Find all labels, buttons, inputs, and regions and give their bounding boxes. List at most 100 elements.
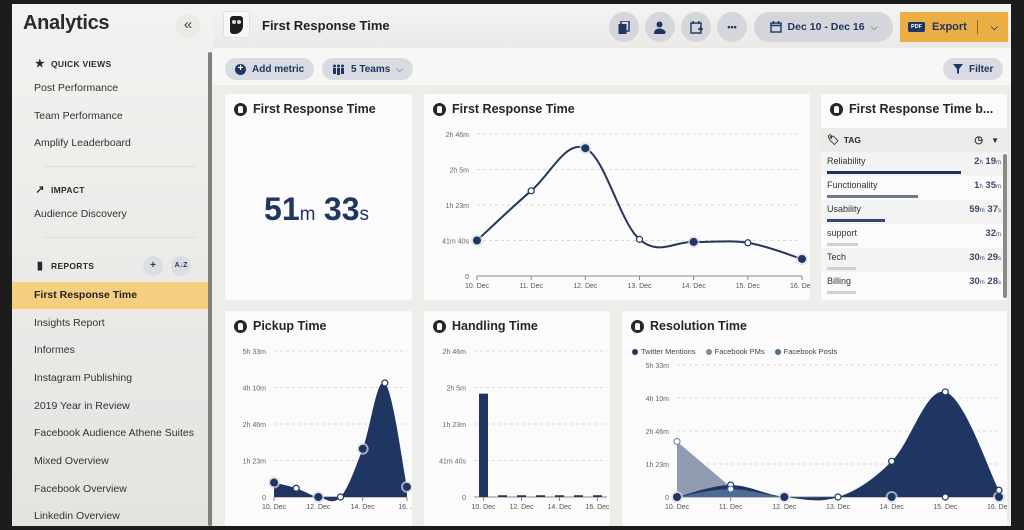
- app-frame: Analytics « ★ QUICK VIEWS Post Performan…: [12, 4, 1011, 526]
- bar-chart-icon: ▮: [36, 260, 44, 272]
- x-tick-label: 14. Dec: [547, 504, 572, 511]
- section-label: REPORTS: [51, 260, 95, 271]
- data-point: [673, 493, 681, 501]
- data-point: [995, 493, 1003, 501]
- page-header: First Response Time ••• Dec 10 - Dec 16 …: [213, 4, 1011, 48]
- x-tick-label: 16. ...: [398, 504, 412, 511]
- add-metric-button[interactable]: + Add metric: [225, 58, 315, 80]
- sidebar-item-post-performance[interactable]: Post Performance: [12, 75, 209, 102]
- tag-value: 30m 29s: [969, 252, 1001, 263]
- tag-list: Reliability 2h 19m Functionality 1h 35m Usab…: [821, 152, 1004, 300]
- add-report-button[interactable]: +: [143, 256, 163, 276]
- teams-label: 5 Teams: [351, 63, 391, 75]
- data-point: [744, 239, 752, 247]
- x-tick-label: 13. Dec: [826, 504, 851, 511]
- tag-icon: 🏷: [827, 134, 840, 146]
- bar: [479, 393, 488, 497]
- line-chart: 0 41m 40s 1h 23m 2h 5m 2h 46m 10. Dec 11. Dec 1…: [442, 132, 810, 290]
- tag-name: Billing: [827, 276, 852, 286]
- star-icon: ★: [34, 58, 46, 70]
- sidebar-item-2019-year-in-review[interactable]: 2019 Year in Review: [12, 393, 209, 420]
- data-point: [581, 144, 590, 153]
- y-tick-label: 5h 33m: [646, 363, 670, 370]
- add-metric-label: Add metric: [252, 63, 305, 75]
- sidebar-item-audience-discovery[interactable]: Audience Discovery: [12, 201, 209, 228]
- tag-share-bar: [827, 171, 961, 174]
- tag-row[interactable]: support 32m: [821, 224, 1004, 248]
- data-point: [358, 444, 367, 453]
- x-tick-label: 12. Dec: [573, 283, 598, 290]
- sidebar-item-informes[interactable]: Informes: [12, 337, 209, 364]
- sidebar-title: Analytics: [23, 12, 110, 34]
- section-quick-views: ★ QUICK VIEWS: [34, 57, 111, 70]
- y-tick-label: 1h 23m: [446, 203, 470, 210]
- schedule-report-button[interactable]: [681, 12, 711, 42]
- sidebar-item-linkedin-overview[interactable]: Linkedin Overview: [12, 503, 209, 526]
- sidebar-item-amplify-leaderboard[interactable]: Amplify Leaderboard: [12, 130, 209, 157]
- section-reports: ▮ REPORTS: [34, 259, 94, 272]
- chevron-down-icon: ⌵: [396, 63, 404, 74]
- duplicate-button[interactable]: [609, 12, 639, 42]
- filter-button[interactable]: Filter: [943, 58, 1004, 80]
- sidebar-item-instagram-publishing[interactable]: Instagram Publishing: [12, 365, 209, 392]
- seconds-value: 33: [323, 191, 360, 227]
- clock-icon[interactable]: ◷: [974, 135, 983, 146]
- sort-reports-button[interactable]: A↓Z: [171, 256, 191, 276]
- data-point: [941, 388, 949, 396]
- tag-share-bar: [827, 291, 857, 294]
- caret-down-icon[interactable]: ▼: [991, 136, 999, 145]
- y-tick-label: 5h 33m: [243, 349, 267, 356]
- section-label: QUICK VIEWS: [51, 58, 112, 69]
- more-icon: •••: [727, 22, 737, 32]
- data-point: [888, 457, 896, 465]
- x-tick-label: 12. Dec: [509, 504, 534, 511]
- sidebar-scrollbar[interactable]: [208, 52, 212, 526]
- x-tick-label: 11. Dec: [519, 283, 543, 290]
- sidebar-item-facebook-audience-athene-suites[interactable]: Facebook Audience Athene Suites: [12, 420, 209, 447]
- tag-name: Tech: [827, 252, 847, 262]
- bar: [536, 495, 545, 497]
- tag-row[interactable]: Billing 30m 28s: [821, 272, 1004, 296]
- tag-row[interactable]: Reliability 2h 19m: [821, 152, 1004, 176]
- trend-up-icon: ↗: [35, 184, 45, 196]
- y-tick-label: 1h 23m: [243, 459, 267, 466]
- x-tick-label: 16. Dec: [987, 504, 1007, 511]
- date-range-picker[interactable]: Dec 10 - Dec 16 ⌵: [754, 12, 893, 42]
- tag-row[interactable]: Functionality 1h 35m: [821, 176, 1004, 200]
- export-dropdown-chevron-icon[interactable]: ⌵: [991, 22, 998, 33]
- sidebar-item-first-response-time[interactable]: First Response Time: [12, 282, 209, 309]
- data-point: [995, 486, 1003, 494]
- tag-header-label: TAG: [843, 135, 862, 145]
- metric-icon: [830, 102, 843, 116]
- sidebar-item-facebook-overview[interactable]: Facebook Overview: [12, 476, 209, 503]
- teams-dropdown[interactable]: 5 Teams ⌵: [322, 58, 414, 80]
- team-icon: [333, 64, 344, 75]
- divider: [45, 237, 195, 238]
- sidebar-item-team-performance[interactable]: Team Performance: [12, 103, 209, 130]
- data-point: [727, 485, 735, 493]
- y-tick-label: 2h 46m: [646, 429, 670, 436]
- tag-row[interactable]: Tech 30m 29s: [821, 248, 1004, 272]
- sidebar-item-insights-report[interactable]: Insights Report: [12, 310, 209, 337]
- summary-card: First Response Time 51m 33s: [225, 94, 412, 300]
- pickup-time-card: Pickup Time 0 1h 23m 2h 46m 4h 10m 5h 33m 10.…: [225, 311, 412, 526]
- sidebar-item-mixed-overview[interactable]: Mixed Overview: [12, 448, 209, 475]
- tag-list-scrollbar[interactable]: [1003, 154, 1007, 298]
- collapse-sidebar-button[interactable]: «: [176, 14, 200, 38]
- plus-circle-icon: +: [235, 63, 246, 75]
- x-tick-label: 13. Dec: [627, 283, 652, 290]
- tag-name: Usability: [827, 204, 862, 214]
- export-label: Export: [932, 21, 967, 33]
- calendar-icon: [769, 21, 782, 33]
- tag-value: 59m 37s: [969, 204, 1001, 215]
- card-title-text: First Response Time: [253, 102, 376, 116]
- section-impact: ↗ IMPACT: [34, 183, 85, 196]
- share-user-button[interactable]: [645, 12, 675, 42]
- x-tick-label: 12. Dec: [306, 504, 331, 511]
- tag-row[interactable]: Usability 59m 37s: [821, 200, 1004, 224]
- by-tag-card: First Response Time b... 🏷 TAG ◷ ▼ Relia…: [821, 94, 1007, 300]
- more-options-button[interactable]: •••: [717, 12, 747, 42]
- export-button[interactable]: PDF Export ⌵: [900, 12, 1008, 42]
- y-tick-label: 0: [665, 495, 669, 502]
- series-area: [274, 382, 407, 502]
